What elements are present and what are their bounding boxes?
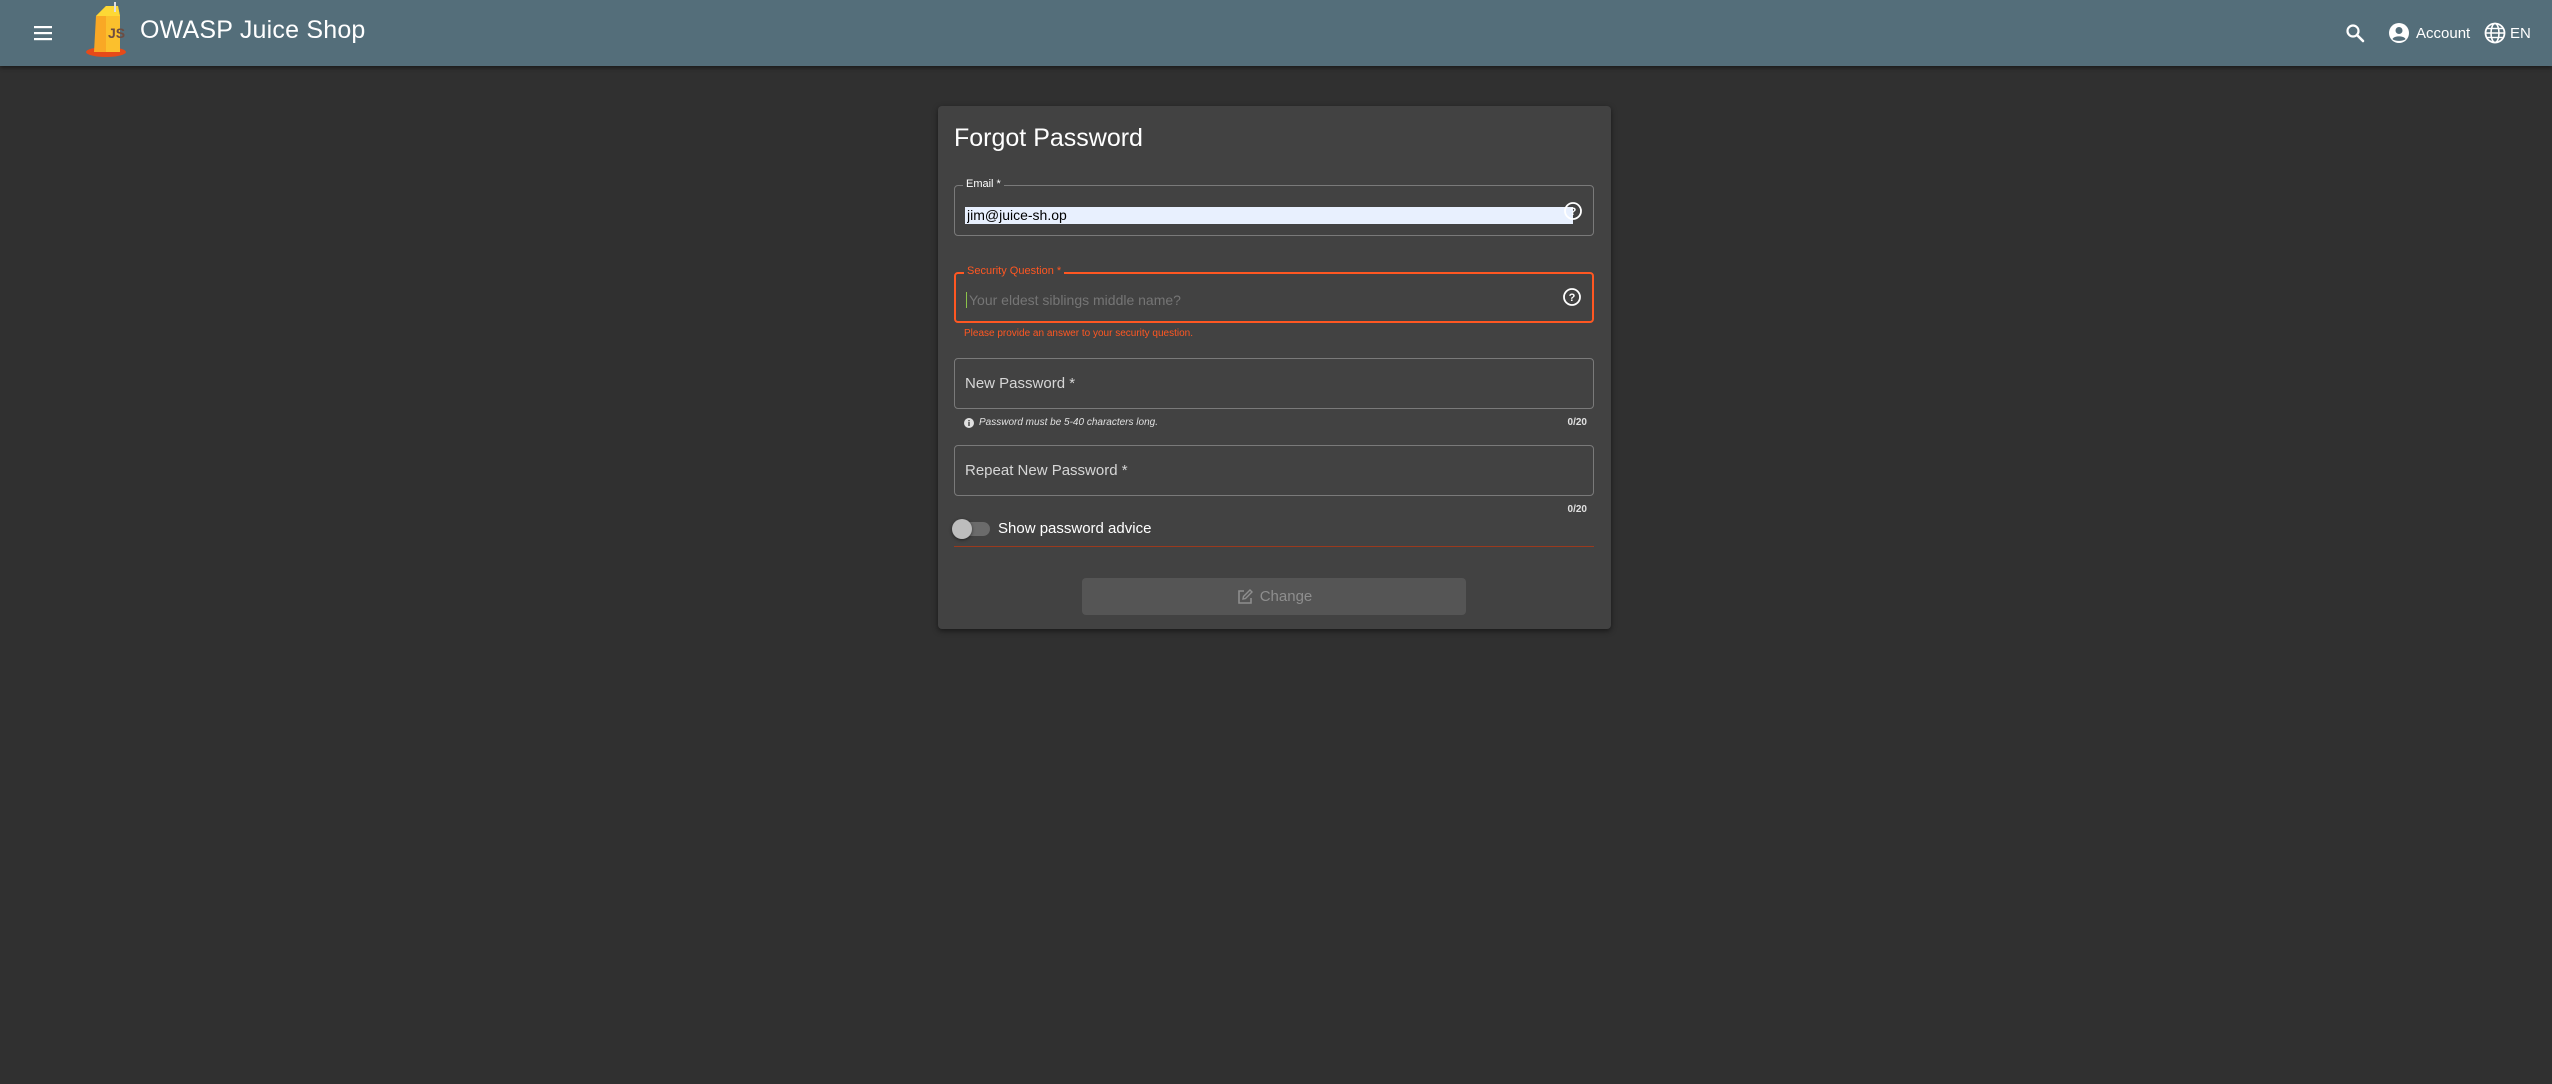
menu-button[interactable] bbox=[26, 16, 60, 50]
change-button[interactable]: Change bbox=[1082, 578, 1466, 615]
app-title[interactable]: OWASP Juice Shop bbox=[140, 16, 366, 45]
repeat-password-field[interactable]: Repeat New Password * bbox=[954, 445, 1594, 496]
svg-text:JS: JS bbox=[108, 25, 125, 41]
security-answer-input[interactable] bbox=[966, 292, 1556, 308]
password-advice-toggle[interactable]: Show password advice bbox=[952, 518, 1152, 539]
security-question-field[interactable]: Security Question * ? bbox=[954, 265, 1594, 323]
account-label: Account bbox=[2416, 24, 2471, 42]
language-label: EN bbox=[2510, 24, 2531, 42]
password-hint: Password must be 5-40 characters long. bbox=[964, 417, 1158, 428]
search-button[interactable] bbox=[2340, 18, 2370, 48]
forgot-password-card: Forgot Password Email * ? Security Quest… bbox=[938, 106, 1611, 629]
email-label: Email * bbox=[963, 178, 1004, 190]
page-title: Forgot Password bbox=[954, 124, 1143, 152]
toggle-thumb[interactable] bbox=[952, 518, 972, 539]
security-question-error: Please provide an answer to your securit… bbox=[964, 328, 1194, 339]
security-question-label: Security Question * bbox=[964, 265, 1065, 277]
help-icon[interactable]: ? bbox=[1563, 201, 1583, 221]
account-circle-icon bbox=[2389, 23, 2409, 43]
edit-icon bbox=[1237, 588, 1253, 604]
toggle-track[interactable] bbox=[952, 518, 990, 539]
svg-text:?: ? bbox=[1570, 206, 1577, 218]
svg-text:?: ? bbox=[1569, 292, 1576, 304]
juice-shop-logo[interactable]: JS bbox=[84, 2, 134, 58]
change-button-label: Change bbox=[1259, 588, 1313, 605]
globe-icon bbox=[2484, 22, 2506, 44]
email-input[interactable] bbox=[965, 207, 1573, 224]
menu-icon bbox=[34, 26, 52, 41]
help-icon[interactable]: ? bbox=[1562, 287, 1582, 307]
new-password-label: New Password * bbox=[965, 375, 1076, 392]
new-password-field[interactable]: New Password * bbox=[954, 358, 1594, 409]
email-field[interactable]: Email * ? bbox=[954, 178, 1594, 236]
account-button[interactable]: Account bbox=[2388, 18, 2470, 48]
info-icon bbox=[964, 417, 974, 428]
language-button[interactable]: EN bbox=[2484, 18, 2531, 48]
repeat-password-label: Repeat New Password * bbox=[965, 462, 1128, 479]
password-hint-text: Password must be 5-40 characters long. bbox=[979, 417, 1158, 428]
new-password-counter: 0/20 bbox=[1567, 417, 1587, 428]
password-advice-label: Show password advice bbox=[998, 520, 1152, 537]
search-icon bbox=[2346, 24, 2365, 43]
repeat-password-counter: 0/20 bbox=[1567, 504, 1587, 515]
top-toolbar: JS OWASP Juice Shop Account EN bbox=[0, 0, 2552, 66]
strength-divider bbox=[954, 546, 1594, 547]
